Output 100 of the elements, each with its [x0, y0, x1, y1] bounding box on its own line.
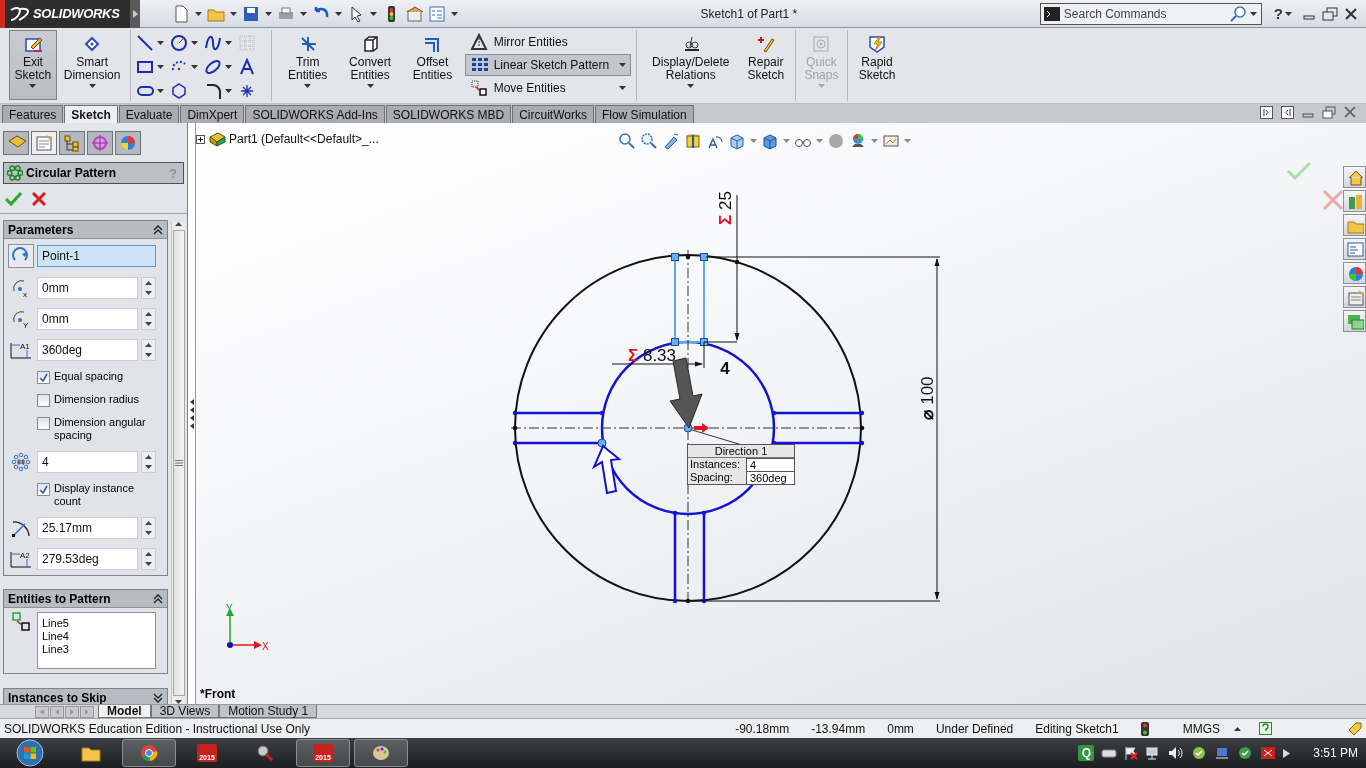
- flag-icon[interactable]: [1124, 746, 1139, 760]
- collapse-arrows-icon[interactable]: [189, 398, 194, 429]
- caret-icon[interactable]: [687, 84, 695, 88]
- traffic-light-icon[interactable]: [1140, 721, 1149, 736]
- units-selector[interactable]: MMGS: [1182, 721, 1220, 736]
- zoom-fit-icon[interactable]: [618, 132, 636, 150]
- app-icon[interactable]: [1260, 746, 1277, 760]
- caret-icon[interactable]: [618, 86, 626, 90]
- caret-icon[interactable]: [29, 84, 37, 88]
- down-arrow-icon[interactable]: [145, 465, 152, 469]
- display-style-icon[interactable]: [761, 132, 779, 150]
- checklist-icon[interactable]: [428, 4, 446, 23]
- caret-icon[interactable]: [335, 11, 342, 16]
- list-item[interactable]: Line5: [42, 617, 151, 630]
- selection-field[interactable]: Point-1: [37, 245, 156, 267]
- checkbox[interactable]: [37, 394, 50, 407]
- value-field[interactable]: 0mm: [37, 308, 138, 330]
- caret-icon[interactable]: [157, 65, 165, 69]
- task-pane-button[interactable]: [1343, 262, 1366, 284]
- tree-item[interactable]: Part1 (Default<<Default>_...: [229, 132, 379, 146]
- value-field[interactable]: 279.53deg: [37, 548, 138, 570]
- options-icon[interactable]: [405, 4, 423, 23]
- start-button-icon[interactable]: [14, 739, 46, 767]
- checkbox[interactable]: [37, 371, 50, 384]
- caret-icon[interactable]: [300, 11, 307, 16]
- task-pane-button[interactable]: [1343, 310, 1366, 332]
- spin-buttons[interactable]: [141, 277, 156, 299]
- spin-buttons[interactable]: [141, 451, 156, 473]
- view-settings-icon[interactable]: [882, 132, 900, 150]
- up-arrow-icon[interactable]: [145, 455, 152, 459]
- tab[interactable]: Features: [2, 105, 64, 123]
- collapse-icon[interactable]: [153, 224, 163, 235]
- spin-buttons[interactable]: [141, 548, 156, 570]
- ellipse-icon[interactable]: [204, 58, 223, 76]
- speaker-icon[interactable]: [1168, 746, 1185, 760]
- zoom-area-icon[interactable]: [640, 132, 658, 150]
- task-pane-button[interactable]: [1343, 286, 1366, 308]
- panel-tab[interactable]: [59, 131, 85, 155]
- menu-tab[interactable]: [130, 0, 140, 28]
- group-header[interactable]: Entities to Pattern: [4, 590, 167, 608]
- caret-icon[interactable]: [1285, 11, 1292, 16]
- ribbon-button[interactable]: Repair Sketch: [741, 30, 790, 100]
- down-arrow-icon[interactable]: [145, 291, 152, 295]
- tab[interactable]: Motion Study 1: [219, 705, 318, 718]
- tab[interactable]: SOLIDWORKS MBD: [385, 105, 512, 123]
- expand-icon[interactable]: [153, 692, 163, 703]
- network-icon[interactable]: [1214, 746, 1231, 760]
- tab[interactable]: Sketch: [64, 105, 118, 123]
- search-field[interactable]: Search Commands: [1063, 6, 1226, 21]
- caret-icon[interactable]: [230, 11, 237, 16]
- ribbon-button[interactable]: Mirror Entities: [464, 31, 631, 53]
- search-icon[interactable]: [1229, 5, 1246, 22]
- caret-icon[interactable]: [366, 84, 374, 88]
- up-arrow-icon[interactable]: [145, 343, 152, 347]
- rectangle-icon[interactable]: [136, 58, 155, 76]
- tag-icon[interactable]: [1348, 721, 1362, 736]
- spin-buttons[interactable]: [141, 517, 156, 539]
- dimension-label[interactable]: 4: [720, 359, 730, 378]
- scroll-up-icon[interactable]: [175, 222, 182, 226]
- up-arrow-icon[interactable]: [145, 281, 152, 285]
- panel-tab[interactable]: [3, 131, 29, 155]
- caret-icon[interactable]: [195, 11, 202, 16]
- task-pane-button[interactable]: [1343, 238, 1366, 260]
- restore-icon[interactable]: [1322, 6, 1338, 21]
- tab[interactable]: CircuitWorks: [512, 105, 594, 123]
- list-item[interactable]: Line3: [42, 643, 151, 656]
- up-arrow-icon[interactable]: [145, 312, 152, 316]
- taskbar-app[interactable]: [122, 739, 176, 767]
- ribbon-button[interactable]: Rapid Sketch: [853, 30, 901, 100]
- check-badge-icon[interactable]: [1191, 746, 1208, 760]
- value-field[interactable]: 360deg: [37, 339, 138, 361]
- dimension-label[interactable]: ⌀ 100: [918, 376, 937, 420]
- taskbar-app[interactable]: [354, 739, 408, 767]
- ribbon-button[interactable]: Offset Entities: [402, 30, 463, 100]
- checkbox[interactable]: [37, 483, 50, 496]
- new-document-icon[interactable]: [172, 4, 190, 23]
- close-icon[interactable]: [1344, 6, 1358, 21]
- up-arrow-icon[interactable]: [145, 552, 152, 556]
- value-field[interactable]: 4: [37, 451, 138, 473]
- spline-icon[interactable]: [204, 34, 223, 52]
- close-icon[interactable]: [1344, 106, 1356, 118]
- down-arrow-icon[interactable]: [145, 322, 152, 326]
- task-pane-button[interactable]: [1343, 214, 1366, 236]
- checkbox[interactable]: [37, 417, 50, 430]
- tile-right-icon[interactable]: [1281, 105, 1294, 119]
- tab[interactable]: 3D Views: [150, 705, 220, 718]
- check-badge-icon[interactable]: [1237, 746, 1254, 760]
- caret-icon[interactable]: [265, 11, 272, 16]
- caret-icon[interactable]: [618, 63, 626, 67]
- caret-icon[interactable]: [157, 41, 165, 45]
- value-field[interactable]: 0mm: [37, 277, 138, 299]
- ribbon-button[interactable]: Display/Delete Relations: [641, 30, 740, 100]
- checkmark-icon[interactable]: [5, 191, 22, 206]
- tab[interactable]: Model: [98, 705, 151, 718]
- help-button[interactable]: ?: [1271, 5, 1285, 22]
- fillet-icon[interactable]: [204, 82, 223, 100]
- down-arrow-icon[interactable]: [145, 531, 152, 535]
- tab[interactable]: SOLIDWORKS Add-Ins: [245, 105, 385, 123]
- checkmark-icon[interactable]: [1286, 161, 1312, 181]
- sketch-drawing[interactable]: [510, 249, 867, 606]
